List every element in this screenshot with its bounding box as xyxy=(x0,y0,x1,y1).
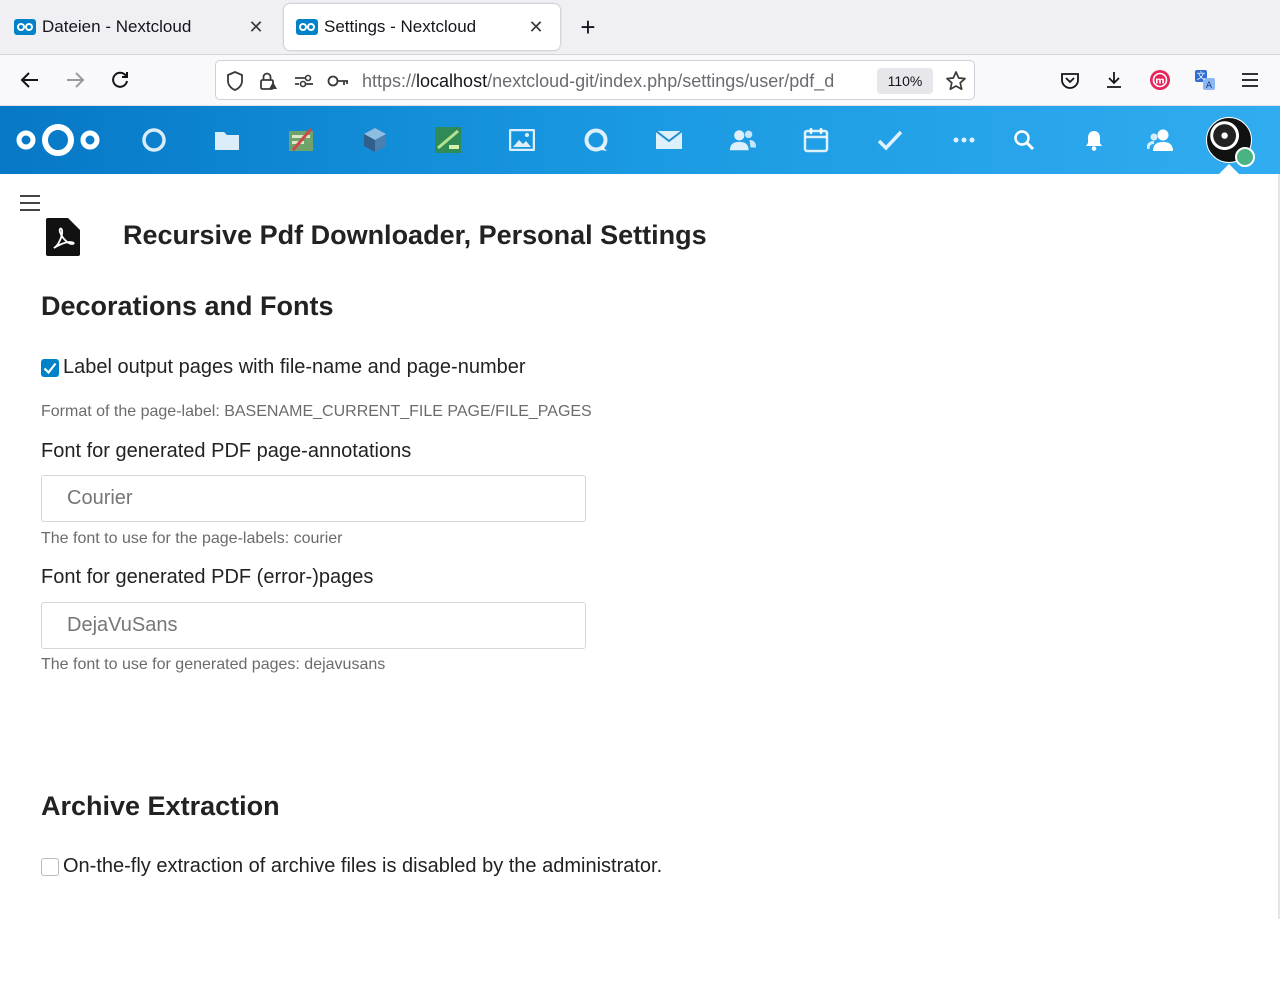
search-icon[interactable] xyxy=(1010,126,1038,154)
page-font-hint: The font to use for generated pages: dej… xyxy=(41,656,386,673)
annotation-font-input[interactable] xyxy=(41,475,586,522)
close-tab-icon[interactable]: ✕ xyxy=(524,15,548,39)
page-label-format-hint: Format of the page-label: BASENAME_CURRE… xyxy=(41,403,592,420)
translate-icon: 文A xyxy=(1195,70,1215,91)
downloads-button[interactable] xyxy=(1098,64,1130,96)
archive-extraction-checkbox xyxy=(41,857,59,876)
permissions-icon[interactable] xyxy=(292,69,316,93)
close-tab-icon[interactable]: ✕ xyxy=(244,15,268,39)
nextcloud-header xyxy=(0,106,1280,174)
pocket-icon xyxy=(1061,73,1079,89)
svg-text:文: 文 xyxy=(1196,70,1205,82)
shield-icon[interactable] xyxy=(223,69,247,93)
calendar-icon[interactable] xyxy=(802,126,830,154)
label-pages-checkbox-row[interactable]: Label output pages with file-name and pa… xyxy=(41,356,526,379)
url-text[interactable]: https://localhost/nextcloud-git/index.ph… xyxy=(362,71,868,92)
key-icon[interactable] xyxy=(326,69,350,93)
files-icon[interactable] xyxy=(213,126,241,154)
extension-m-button[interactable]: m xyxy=(1144,64,1176,96)
nextcloud-logo-icon[interactable] xyxy=(14,120,102,160)
arrow-left-icon xyxy=(20,72,38,88)
archive-extraction-label: On-the-fly extraction of archive files i… xyxy=(63,855,663,877)
dashboard-icon[interactable] xyxy=(140,126,168,154)
talk-icon[interactable] xyxy=(582,126,610,154)
menu-icon xyxy=(1242,73,1258,87)
page-font-input[interactable] xyxy=(41,602,586,649)
bookmark-star-icon[interactable] xyxy=(944,69,968,93)
box-icon[interactable] xyxy=(361,126,389,154)
tab-title: Settings - Nextcloud xyxy=(324,17,477,36)
svg-text:A: A xyxy=(1206,81,1213,91)
svg-text:m: m xyxy=(1155,77,1164,87)
contacts-menu-icon[interactable] xyxy=(1147,126,1175,154)
nextcloud-favicon-icon xyxy=(296,19,318,35)
page-font-label: Font for generated PDF (error-)pages xyxy=(41,566,374,588)
lock-warning-icon[interactable] xyxy=(256,69,280,93)
url-scheme: https:// xyxy=(362,71,417,91)
notifications-bell-icon[interactable] xyxy=(1080,126,1108,154)
browser-toolbar: https://localhost/nextcloud-git/index.ph… xyxy=(0,55,1280,106)
label-pages-checkbox[interactable] xyxy=(41,358,59,377)
tasks-icon[interactable] xyxy=(876,126,904,154)
back-button[interactable] xyxy=(14,64,46,96)
decorations-heading: Decorations and Fonts xyxy=(41,291,334,321)
reload-button[interactable] xyxy=(104,64,136,96)
pocket-button[interactable] xyxy=(1054,64,1086,96)
forward-button[interactable] xyxy=(59,64,91,96)
check-icon xyxy=(43,362,57,374)
cms-icon[interactable] xyxy=(434,126,462,154)
navigation-toggle-icon[interactable] xyxy=(20,195,40,213)
archive-extraction-checkbox-row: On-the-fly extraction of archive files i… xyxy=(41,855,662,878)
contacts-icon[interactable] xyxy=(729,126,757,154)
download-icon xyxy=(1107,72,1121,88)
tab-dateien[interactable]: Dateien - Nextcloud ✕ xyxy=(2,4,280,50)
app-menu-button[interactable] xyxy=(1234,64,1266,96)
pdf-file-icon xyxy=(46,218,80,256)
annotation-font-label: Font for generated PDF page-annotations xyxy=(41,440,412,462)
archive-heading: Archive Extraction xyxy=(41,791,280,821)
translate-button[interactable]: 文A xyxy=(1189,64,1221,96)
label-pages-label[interactable]: Label output pages with file-name and pa… xyxy=(63,356,526,379)
url-host: localhost xyxy=(416,71,488,91)
url-path: /nextcloud-git/index.php/settings/user/p… xyxy=(487,71,835,91)
menu-caret-icon xyxy=(1219,164,1239,174)
tasks-board-icon[interactable] xyxy=(287,126,315,154)
extension-m-icon: m xyxy=(1150,70,1170,90)
mail-icon[interactable] xyxy=(655,126,683,154)
browser-tab-strip: Dateien - Nextcloud ✕ Settings - Nextclo… xyxy=(0,0,1280,55)
url-bar[interactable]: https://localhost/nextcloud-git/index.ph… xyxy=(215,60,975,100)
page-title: Recursive Pdf Downloader, Personal Setti… xyxy=(123,220,707,250)
photos-icon[interactable] xyxy=(508,126,536,154)
tab-settings[interactable]: Settings - Nextcloud ✕ xyxy=(284,4,560,50)
tab-title: Dateien - Nextcloud xyxy=(42,17,192,36)
zoom-level-button[interactable]: 110% xyxy=(877,68,933,94)
reload-icon xyxy=(112,71,128,88)
arrow-right-icon xyxy=(67,72,85,88)
more-apps-icon[interactable] xyxy=(950,126,978,154)
nextcloud-favicon-icon xyxy=(14,19,36,35)
annotation-font-hint: The font to use for the page-labels: cou… xyxy=(41,530,343,547)
new-tab-button[interactable]: + xyxy=(574,14,602,42)
